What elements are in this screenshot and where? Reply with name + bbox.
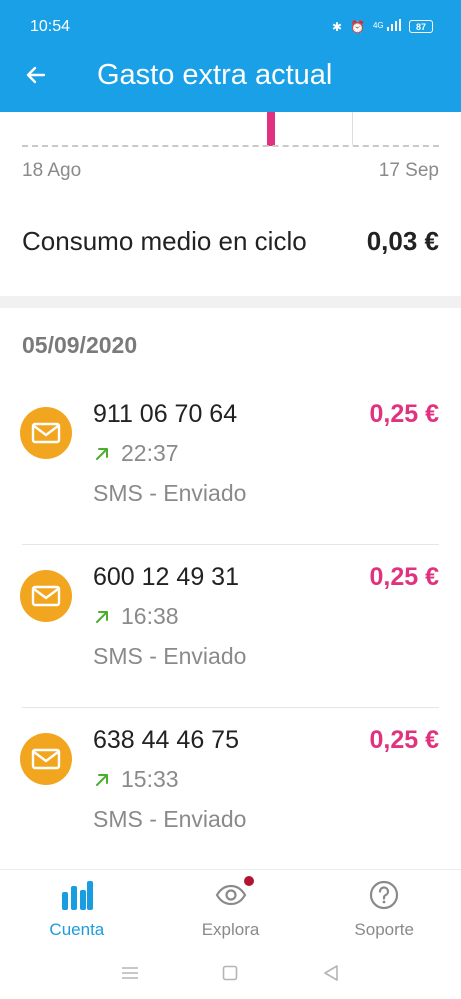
sms-icon xyxy=(20,570,72,622)
record-time: 15:33 xyxy=(121,766,179,792)
nav-label-cuenta: Cuenta xyxy=(49,920,105,939)
average-value: 0,03 € xyxy=(366,226,439,256)
outgoing-arrow-icon xyxy=(96,773,108,786)
signal-bars-icon xyxy=(387,19,401,31)
bar-chart-icon xyxy=(60,878,94,912)
bar-chart-svg xyxy=(61,881,93,910)
record-type: SMS - Enviado xyxy=(93,480,247,506)
eye-icon xyxy=(214,876,254,912)
section-divider xyxy=(0,296,461,308)
average-label: Consumo medio en ciclo xyxy=(22,226,307,256)
network-type: 4G xyxy=(372,21,384,30)
square-icon xyxy=(223,965,238,981)
arrow-left-icon xyxy=(26,66,46,84)
status-time: 10:54 xyxy=(30,18,71,35)
usage-chart: 18 Ago 17 Sep xyxy=(0,112,461,192)
outgoing-arrow-icon xyxy=(96,447,108,460)
nav-item-cuenta[interactable]: Cuenta xyxy=(0,870,154,947)
sms-icon xyxy=(20,733,72,785)
average-consumption-row: Consumo medio en ciclo 0,03 € xyxy=(22,226,439,257)
bluetooth-icon: ✱ xyxy=(331,19,343,34)
home-button[interactable] xyxy=(218,961,242,985)
record-amount: 0,25 € xyxy=(369,726,439,754)
envelope-icon xyxy=(31,748,61,770)
envelope-icon xyxy=(31,585,61,607)
record-number: 638 44 46 75 xyxy=(93,726,239,754)
record-time-row: 16:38 xyxy=(93,603,179,630)
record-number: 911 06 70 64 xyxy=(93,400,238,428)
battery-icon: 87 xyxy=(409,20,433,33)
date-header: 05/09/2020 xyxy=(22,332,138,358)
record-item[interactable]: 600 12 49 31 16:38 SMS - Enviado 0,25 € xyxy=(0,545,461,708)
chart-bar xyxy=(267,112,275,146)
record-type: SMS - Enviado xyxy=(93,806,247,832)
record-amount: 0,25 € xyxy=(369,563,439,591)
triangle-back-icon xyxy=(324,965,338,981)
page-title: Gasto extra actual xyxy=(97,59,333,91)
help-circle-svg xyxy=(370,880,399,910)
app-bar: Gasto extra actual xyxy=(0,41,461,112)
record-item[interactable]: 638 44 46 75 15:33 SMS - Enviado 0,25 € xyxy=(0,708,461,871)
chart-start-label: 18 Ago xyxy=(22,160,82,181)
status-bar: 10:54 ✱ ⏰ 4G 87 xyxy=(0,0,461,41)
record-type: SMS - Enviado xyxy=(93,643,247,669)
help-circle-icon xyxy=(367,878,401,912)
record-time: 22:37 xyxy=(121,440,179,466)
screen: 10:54 ✱ ⏰ 4G 87 Gasto extra actual 18 Ag… xyxy=(0,0,461,999)
record-item[interactable]: 911 06 70 64 22:37 SMS - Enviado 0,25 € xyxy=(0,382,461,545)
record-time-row: 22:37 xyxy=(93,440,179,467)
chart-end-label: 17 Sep xyxy=(378,160,439,181)
chart-cycle-marker xyxy=(352,112,353,145)
nav-label-soporte: Soporte xyxy=(354,920,414,939)
back-button[interactable] xyxy=(18,57,54,93)
signal-icon: 4G xyxy=(373,19,401,34)
chart-baseline xyxy=(22,145,439,147)
nav-item-soporte[interactable]: Soporte xyxy=(307,870,461,947)
system-navigation xyxy=(0,947,461,999)
notification-badge xyxy=(243,876,254,886)
record-number: 600 12 49 31 xyxy=(93,563,239,591)
record-time-row: 15:33 xyxy=(93,766,179,793)
status-icons: ✱ ⏰ 4G 87 xyxy=(332,19,433,34)
back-system-button[interactable] xyxy=(319,961,343,985)
alarm-icon: ⏰ xyxy=(350,19,365,34)
record-time: 16:38 xyxy=(121,603,179,629)
nav-label-explora: Explora xyxy=(201,920,260,939)
record-amount: 0,25 € xyxy=(369,400,439,428)
eye-svg xyxy=(215,884,246,906)
outgoing-arrow-icon xyxy=(96,610,108,623)
sms-icon xyxy=(20,407,72,459)
envelope-icon xyxy=(31,422,61,444)
recents-button[interactable] xyxy=(118,961,142,985)
bottom-navigation: Cuenta Explora Soporte xyxy=(0,869,461,947)
menu-icon xyxy=(122,967,139,979)
nav-item-explora[interactable]: Explora xyxy=(154,870,308,947)
